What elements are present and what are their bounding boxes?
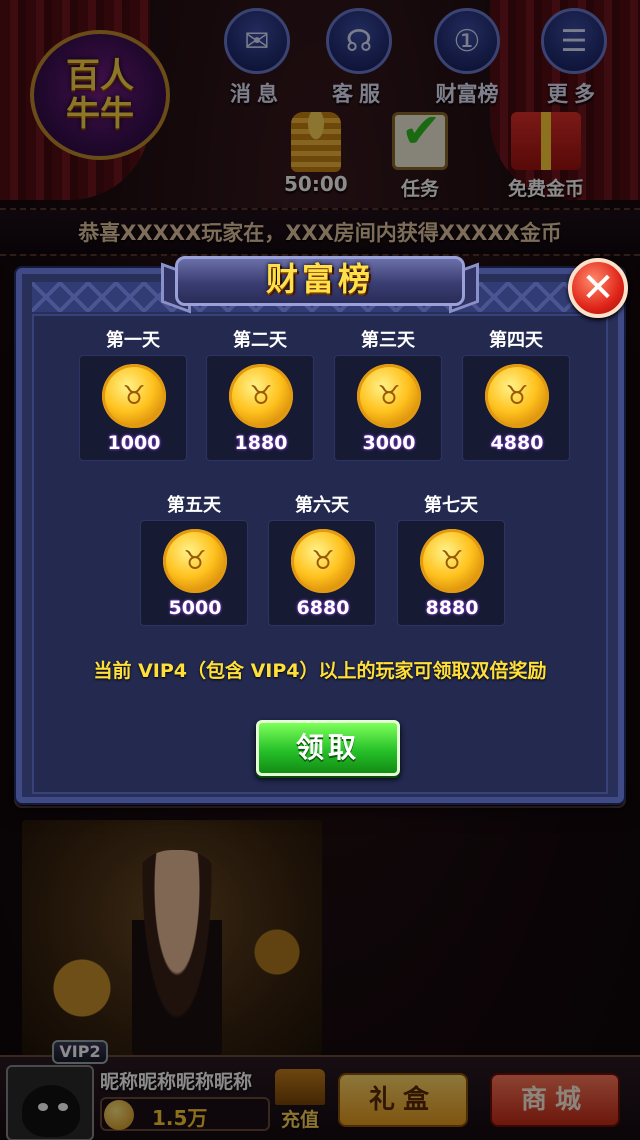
bull-coin-icon: ♉ <box>102 364 166 428</box>
reward-amount: 5000 <box>168 597 222 619</box>
claim-button[interactable]: 领取 <box>256 720 400 776</box>
reward-tile: ♉ 1000 <box>79 355 187 461</box>
day-label: 第七天 <box>424 495 478 516</box>
reward-day-6: 第六天 ♉ 6880 <box>268 492 376 626</box>
bull-coin-icon: ♉ <box>163 529 227 593</box>
bull-coin-icon: ♉ <box>485 364 549 428</box>
reward-day-2: 第二天 ♉ 1880 <box>206 327 314 461</box>
reward-amount: 1000 <box>107 432 161 454</box>
reward-amount: 1880 <box>234 432 288 454</box>
reward-tile: ♉ 8880 <box>397 520 505 626</box>
bull-coin-icon: ♉ <box>291 529 355 593</box>
reward-tile: ♉ 6880 <box>268 520 376 626</box>
reward-day-7: 第七天 ♉ 8880 <box>397 492 505 626</box>
day-label: 第五天 <box>167 495 221 516</box>
day-label: 第六天 <box>295 495 349 516</box>
reward-tile: ♉ 1880 <box>206 355 314 461</box>
day-label: 第二天 <box>233 330 287 351</box>
reward-amount: 6880 <box>296 597 350 619</box>
bull-coin-icon: ♉ <box>420 529 484 593</box>
close-icon: ✕ <box>581 265 615 311</box>
dialog-title: 财富榜 <box>265 260 374 298</box>
day-label: 第一天 <box>106 330 160 351</box>
day-label: 第三天 <box>361 330 415 351</box>
bull-coin-icon: ♉ <box>229 364 293 428</box>
day-label: 第四天 <box>489 330 543 351</box>
reward-amount: 4880 <box>490 432 544 454</box>
reward-amount: 3000 <box>362 432 416 454</box>
reward-tile: ♉ 5000 <box>140 520 248 626</box>
reward-tile: ♉ 4880 <box>462 355 570 461</box>
reward-amount: 8880 <box>425 597 479 619</box>
reward-tile: ♉ 3000 <box>334 355 442 461</box>
vip-double-reward-note: 当前 VIP4（包含 VIP4）以上的玩家可领取双倍奖励 <box>93 660 547 682</box>
reward-day-4: 第四天 ♉ 4880 <box>462 327 570 461</box>
reward-day-3: 第三天 ♉ 3000 <box>334 327 442 461</box>
close-button[interactable]: ✕ <box>568 258 628 318</box>
dialog-title-ribbon: 财富榜 <box>161 250 479 314</box>
reward-day-5: 第五天 ♉ 5000 <box>140 492 248 626</box>
bull-coin-icon: ♉ <box>357 364 421 428</box>
reward-day-1: 第一天 ♉ 1000 <box>79 327 187 461</box>
